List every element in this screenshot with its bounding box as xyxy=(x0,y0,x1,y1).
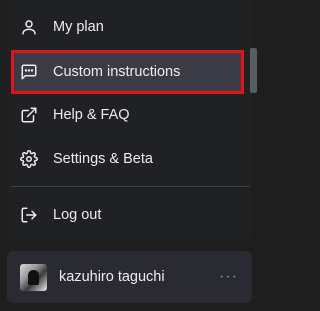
menu-item-label: Settings & Beta xyxy=(53,151,153,167)
logout-icon xyxy=(20,206,38,224)
menu-item-help-faq[interactable]: Help & FAQ xyxy=(7,93,252,137)
more-options-icon[interactable]: ··· xyxy=(219,268,238,286)
menu-item-label: Custom instructions xyxy=(53,64,181,80)
avatar xyxy=(20,263,47,291)
menu-item-settings-beta[interactable]: Settings & Beta xyxy=(7,137,252,181)
menu-item-log-out[interactable]: Log out xyxy=(7,193,252,237)
menu-item-label: My plan xyxy=(53,19,104,35)
menu-item-label: Help & FAQ xyxy=(53,107,130,123)
menu-item-my-plan[interactable]: My plan xyxy=(7,5,252,49)
menu-item-custom-instructions[interactable]: Custom instructions xyxy=(11,50,244,94)
account-menu: My plan Custom instructions Help & FAQ S… xyxy=(7,0,257,240)
message-square-icon xyxy=(20,63,38,81)
menu-divider xyxy=(11,186,250,187)
scrollbar[interactable] xyxy=(250,48,257,93)
external-link-icon xyxy=(20,106,38,124)
menu-item-label: Log out xyxy=(53,207,102,223)
gear-icon xyxy=(20,150,38,168)
user-name: kazuhiro taguchi xyxy=(59,269,165,285)
user-icon xyxy=(20,18,38,36)
user-account-button[interactable]: kazuhiro taguchi ··· xyxy=(7,251,252,303)
